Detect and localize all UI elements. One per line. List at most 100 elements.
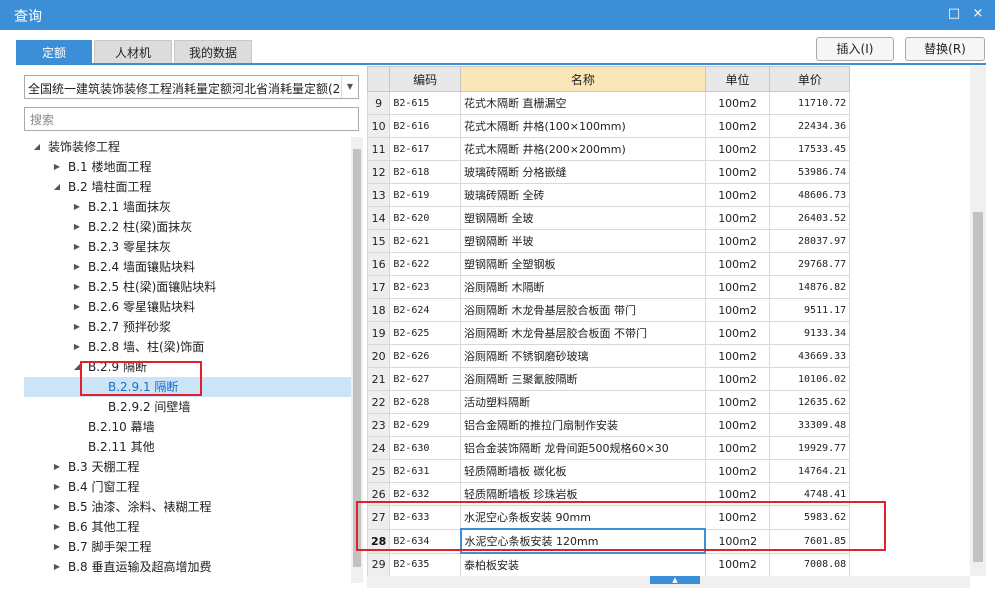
cell-unit[interactable]: 100m2 xyxy=(704,137,771,161)
column-header-price[interactable]: 单价 xyxy=(769,66,851,92)
cell-unit[interactable]: 100m2 xyxy=(704,459,771,483)
table-row[interactable]: 19 B2-625 浴厕隔断 木龙骨基层胶合板面 不带门 100m2 9133.34 xyxy=(367,321,970,345)
cell-name[interactable]: 轻质隔断墙板 碳化板 xyxy=(460,459,706,483)
table-row[interactable]: 25 B2-631 轻质隔断墙板 碳化板 100m2 14764.21 xyxy=(367,459,970,483)
cell-price[interactable]: 9133.34 xyxy=(769,321,851,345)
tree-node[interactable]: ▶ B.2.4 墙面镶贴块料 xyxy=(24,257,351,277)
cell-price[interactable]: 28037.97 xyxy=(769,229,851,253)
row-number[interactable]: 24 xyxy=(367,436,391,460)
tree-node[interactable]: ◢ 装饰装修工程 xyxy=(24,137,351,157)
cell-code[interactable]: B2-630 xyxy=(389,436,462,460)
tree-node[interactable]: B.2.11 其他 xyxy=(24,437,351,457)
row-number[interactable]: 14 xyxy=(367,206,391,230)
cell-price[interactable]: 43669.33 xyxy=(769,344,851,368)
tree-node[interactable]: ▶ B.6 其他工程 xyxy=(24,517,351,537)
tree-node[interactable]: ▶ B.2.8 墙、柱(梁)饰面 xyxy=(24,337,351,357)
tree-node[interactable]: ◢ B.2 墙柱面工程 xyxy=(24,177,351,197)
cell-name[interactable]: 花式木隔断 直栅漏空 xyxy=(460,91,706,115)
table-row[interactable]: 16 B2-622 塑钢隔断 全塑钢板 100m2 29768.77 xyxy=(367,252,970,276)
row-number[interactable]: 18 xyxy=(367,298,391,322)
table-row[interactable]: 11 B2-617 花式木隔断 井格(200×200mm) 100m2 17533.45 xyxy=(367,137,970,161)
row-number[interactable]: 20 xyxy=(367,344,391,368)
expand-arrow-icon[interactable]: ▶ xyxy=(52,557,62,577)
cell-code[interactable]: B2-627 xyxy=(389,367,462,391)
cell-unit[interactable]: 100m2 xyxy=(704,252,771,276)
row-number[interactable]: 17 xyxy=(367,275,391,299)
tree-node[interactable]: ▶ B.2.3 零星抹灰 xyxy=(24,237,351,257)
cell-unit[interactable]: 100m2 xyxy=(704,390,771,414)
cell-unit[interactable]: 100m2 xyxy=(704,344,771,368)
cell-price[interactable]: 17533.45 xyxy=(769,137,851,161)
column-header-code[interactable]: 编码 xyxy=(389,66,462,92)
tree-node[interactable]: ▶ B.1 楼地面工程 xyxy=(24,157,351,177)
table-row[interactable]: 21 B2-627 浴厕隔断 三聚氰胺隔断 100m2 10106.02 xyxy=(367,367,970,391)
cell-name[interactable]: 玻璃砖隔断 分格嵌缝 xyxy=(460,160,706,184)
tree-node[interactable]: ▶ B.2.7 预拌砂浆 xyxy=(24,317,351,337)
cell-name[interactable]: 塑钢隔断 全玻 xyxy=(460,206,706,230)
collapse-arrow-icon[interactable]: ◢ xyxy=(52,177,62,197)
expand-arrow-icon[interactable]: ▶ xyxy=(52,497,62,517)
row-number[interactable]: 13 xyxy=(367,183,391,207)
cell-code[interactable]: B2-625 xyxy=(389,321,462,345)
cell-unit[interactable]: 100m2 xyxy=(704,298,771,322)
expand-arrow-icon[interactable]: ▶ xyxy=(72,217,82,237)
replace-button[interactable]: 替换(R) xyxy=(905,37,985,61)
tab-my-data[interactable]: 我的数据 xyxy=(174,40,252,64)
row-number[interactable]: 16 xyxy=(367,252,391,276)
table-row[interactable]: 12 B2-618 玻璃砖隔断 分格嵌缝 100m2 53986.74 xyxy=(367,160,970,184)
expand-arrow-icon[interactable]: ▶ xyxy=(72,337,82,357)
cell-price[interactable]: 26403.52 xyxy=(769,206,851,230)
cell-name[interactable]: 活动塑料隔断 xyxy=(460,390,706,414)
cell-name[interactable]: 铝合金隔断的推拉门扇制作安装 xyxy=(460,413,706,437)
cell-price[interactable]: 33309.48 xyxy=(769,413,851,437)
column-header-name[interactable]: 名称 xyxy=(460,66,706,92)
cell-unit[interactable]: 100m2 xyxy=(704,552,771,577)
expand-arrow-icon[interactable]: ▶ xyxy=(72,297,82,317)
tree-node[interactable]: B.2.10 幕墙 xyxy=(24,417,351,437)
cell-code[interactable]: B2-626 xyxy=(389,344,462,368)
collapse-handle-icon[interactable]: ▲ xyxy=(650,576,700,584)
row-number[interactable]: 15 xyxy=(367,229,391,253)
tree-node[interactable]: ▶ B.5 油漆、涂料、裱糊工程 xyxy=(24,497,351,517)
table-row[interactable]: 20 B2-626 浴厕隔断 不锈钢磨砂玻璃 100m2 43669.33 xyxy=(367,344,970,368)
cell-price[interactable]: 14764.21 xyxy=(769,459,851,483)
tab-labor-material[interactable]: 人材机 xyxy=(94,40,172,64)
expand-arrow-icon[interactable]: ▶ xyxy=(72,277,82,297)
tab-quota[interactable]: 定额 xyxy=(16,40,92,64)
row-number[interactable]: 29 xyxy=(367,552,391,577)
tree-node[interactable]: ▶ B.2.5 柱(梁)面镶贴块料 xyxy=(24,277,351,297)
close-icon[interactable]: × xyxy=(968,4,988,24)
tree-node[interactable]: ▶ B.2.2 柱(梁)面抹灰 xyxy=(24,217,351,237)
expand-arrow-icon[interactable]: ▶ xyxy=(52,537,62,557)
table-row[interactable]: 23 B2-629 铝合金隔断的推拉门扇制作安装 100m2 33309.48 xyxy=(367,413,970,437)
cell-name[interactable]: 塑钢隔断 半玻 xyxy=(460,229,706,253)
table-row[interactable]: 24 B2-630 铝合金装饰隔断 龙骨间距500规格60×30 100m2 19929… xyxy=(367,436,970,460)
cell-code[interactable]: B2-622 xyxy=(389,252,462,276)
cell-price[interactable]: 48606.73 xyxy=(769,183,851,207)
cell-name[interactable]: 铝合金装饰隔断 龙骨间距500规格60×30 xyxy=(460,436,706,460)
cell-code[interactable]: B2-628 xyxy=(389,390,462,414)
cell-code[interactable]: B2-623 xyxy=(389,275,462,299)
tree-node[interactable]: ▶ B.2.1 墙面抹灰 xyxy=(24,197,351,217)
row-number[interactable]: 21 xyxy=(367,367,391,391)
cell-price[interactable]: 29768.77 xyxy=(769,252,851,276)
table-row[interactable]: 22 B2-628 活动塑料隔断 100m2 12635.62 xyxy=(367,390,970,414)
table-row[interactable]: 14 B2-620 塑钢隔断 全玻 100m2 26403.52 xyxy=(367,206,970,230)
tree-node[interactable]: ▶ B.8 垂直运输及超高增加费 xyxy=(24,557,351,577)
row-number[interactable]: 12 xyxy=(367,160,391,184)
cell-code[interactable]: B2-621 xyxy=(389,229,462,253)
table-row[interactable]: 9 B2-615 花式木隔断 直栅漏空 100m2 11710.72 xyxy=(367,91,970,115)
search-input[interactable] xyxy=(28,109,352,131)
tree-node[interactable]: ▶ B.7 脚手架工程 xyxy=(24,537,351,557)
table-row[interactable]: 17 B2-623 浴厕隔断 木隔断 100m2 14876.82 xyxy=(367,275,970,299)
cell-unit[interactable]: 100m2 xyxy=(704,183,771,207)
cell-name[interactable]: 浴厕隔断 三聚氰胺隔断 xyxy=(460,367,706,391)
table-scrollbar-thumb[interactable] xyxy=(973,212,983,562)
expand-arrow-icon[interactable]: ▶ xyxy=(72,317,82,337)
cell-name[interactable]: 浴厕隔断 木龙骨基层胶合板面 带门 xyxy=(460,298,706,322)
tree-node[interactable]: ▶ B.2.6 零星镶贴块料 xyxy=(24,297,351,317)
expand-arrow-icon[interactable]: ▶ xyxy=(72,197,82,217)
tree-node[interactable]: B.2.9.2 间壁墙 xyxy=(24,397,351,417)
row-number[interactable]: 19 xyxy=(367,321,391,345)
cell-price[interactable]: 14876.82 xyxy=(769,275,851,299)
